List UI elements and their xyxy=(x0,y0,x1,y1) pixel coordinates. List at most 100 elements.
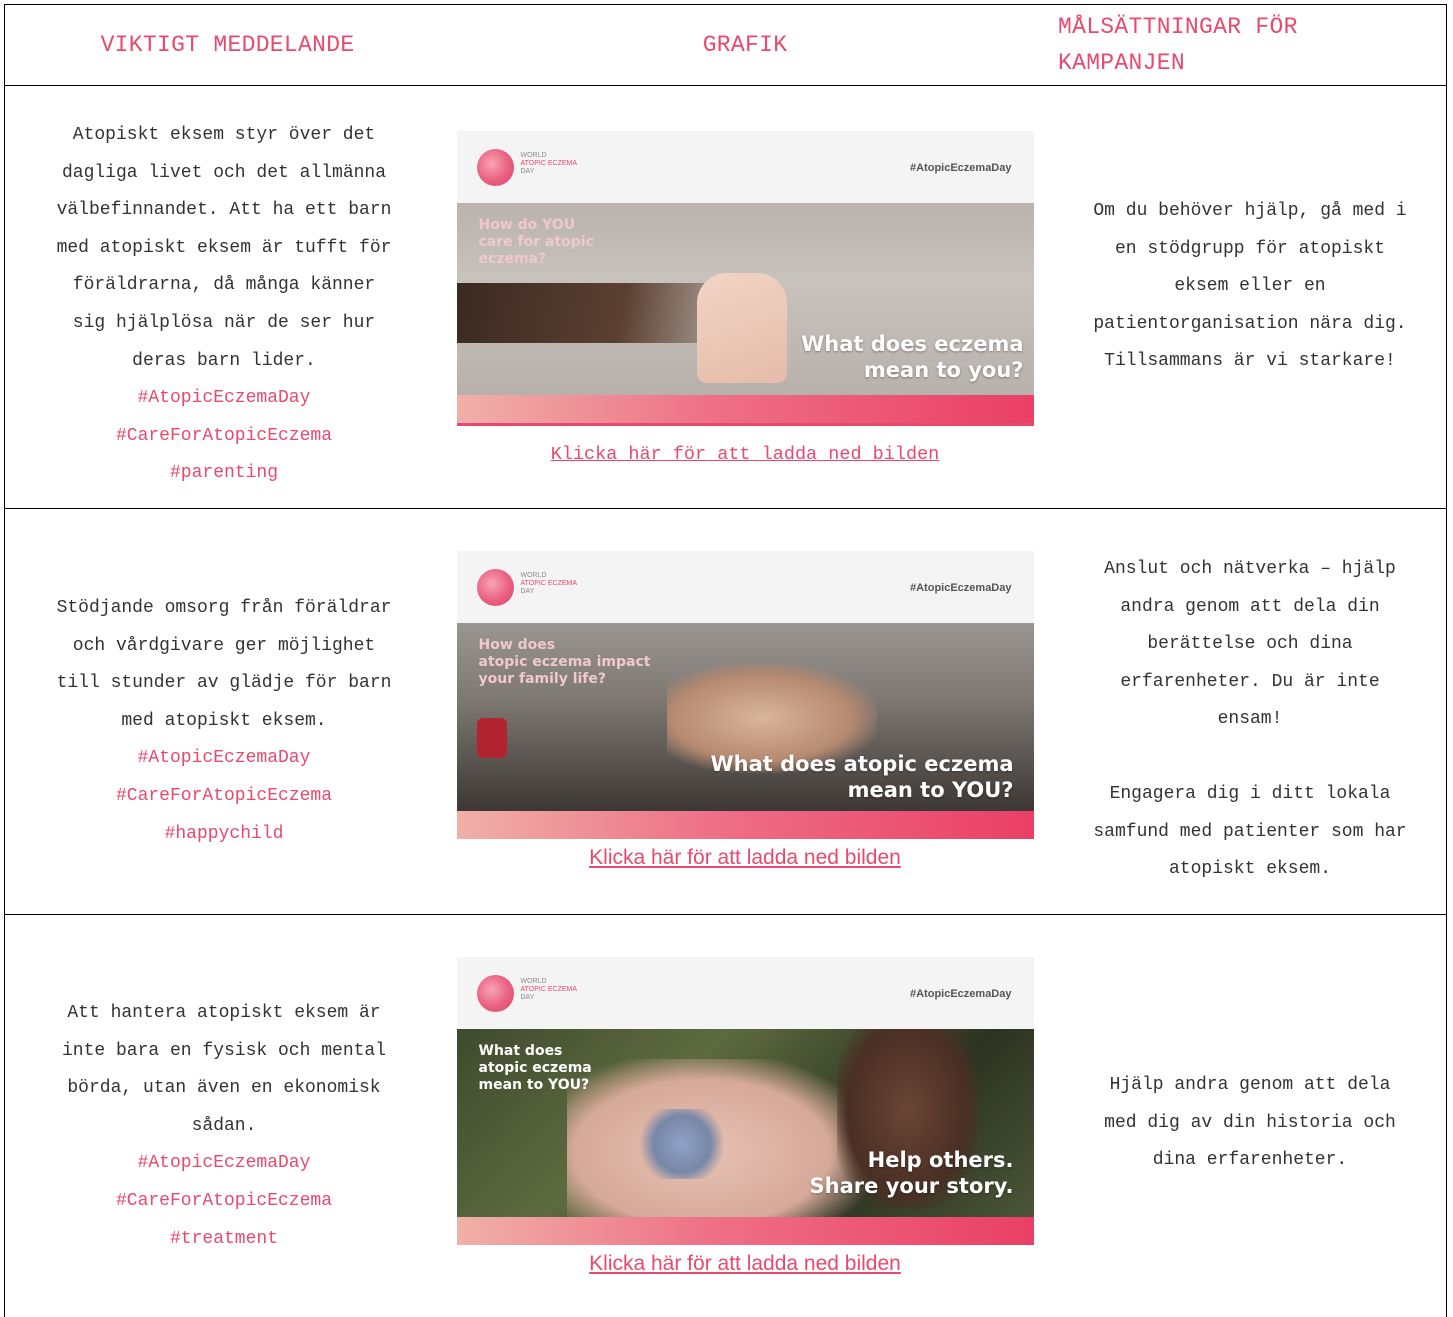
row-2-goals: Anslut och nätverka – hjälp andra genom … xyxy=(1055,551,1445,901)
row-1-goals: Om du behöver hjälp, gå med i en stödgru… xyxy=(1055,193,1445,393)
header-message: VIKTIGT MEDDELANDE xyxy=(5,5,450,85)
goal-line: patientorganisation nära dig. xyxy=(1093,313,1407,334)
message-line: sig hjälplösa när de ser hur xyxy=(72,312,376,333)
banner-gradient-bar xyxy=(456,395,1034,423)
message-line: Att hantera atopiskt eksem är xyxy=(67,1003,381,1023)
message-line: deras barn lider. xyxy=(132,350,316,371)
logo-line: DAY xyxy=(520,994,535,1001)
header-goals-label-1: MÅLSÄTTNINGAR FÖR xyxy=(1058,14,1298,40)
world-atopic-eczema-day-logo xyxy=(476,975,514,1012)
hashtag: #parenting xyxy=(169,463,279,484)
message-line: välbefinnandet. Att ha ett barn xyxy=(56,200,392,221)
banner-gradient-bar xyxy=(456,811,1034,839)
world-atopic-eczema-day-logo xyxy=(476,569,514,606)
banner-photo: How do YOU care for atopic eczema? What … xyxy=(456,203,1034,395)
goal-line: berättelse och dina xyxy=(1147,634,1353,655)
logo-line: WORLD xyxy=(520,152,547,159)
logo-line: WORLD xyxy=(520,572,547,579)
logo-line: ATOPIC ECZEMA xyxy=(520,986,578,993)
logo-wordmark: WORLD ATOPIC ECZEMA DAY xyxy=(521,978,578,1002)
campaign-banner-image: WORLD ATOPIC ECZEMA DAY #AtopicEczemaDay… xyxy=(456,131,1034,426)
message-line: dagliga livet och det allmänna xyxy=(61,162,387,183)
tattoo-illustration xyxy=(636,1109,727,1179)
banner-headline: What does eczema mean to you? xyxy=(801,332,1024,382)
message-line: med atopiskt eksem. xyxy=(121,710,327,731)
hashtag: #CareForAtopicEczema xyxy=(115,785,333,806)
download-image-link[interactable]: Klicka här för att ladda ned bilden xyxy=(589,1251,901,1277)
logo-line: ATOPIC ECZEMA xyxy=(520,580,578,587)
logo-wordmark: WORLD ATOPIC ECZEMA DAY xyxy=(521,572,578,596)
goal-line: dina erfarenheter. xyxy=(1152,1150,1348,1171)
message-line: Atopiskt eksem styr över det xyxy=(72,125,376,145)
hashtag: #CareForAtopicEczema xyxy=(115,425,333,446)
logo-line: DAY xyxy=(520,168,535,175)
goal-line: eksem eller en xyxy=(1174,276,1326,297)
goal-line: samfund med patienter som har xyxy=(1093,821,1407,842)
goal-line: Anslut och nätverka – hjälp xyxy=(1104,559,1396,579)
banner-hashtag: #AtopicEczemaDay xyxy=(910,582,1012,594)
row-1-message: Atopiskt eksem styr över det dagliga liv… xyxy=(5,117,443,487)
banner-hashtag: #AtopicEczemaDay xyxy=(910,988,1012,1000)
goal-line: Tillsammans är vi starkare! xyxy=(1104,351,1396,372)
red-object-illustration xyxy=(476,718,507,758)
campaign-table: VIKTIGT MEDDELANDE GRAFIK MÅLSÄTTNINGAR … xyxy=(4,4,1447,1317)
message-line: till stunder av glädje för barn xyxy=(56,673,392,694)
banner-question: How does atopic eczema impact your famil… xyxy=(478,637,651,687)
banner-hashtag: #AtopicEczemaDay xyxy=(910,162,1012,174)
goal-line: ensam! xyxy=(1217,709,1283,730)
message-line: med atopiskt eksem är tufft för xyxy=(56,237,392,258)
banner-headline: Help others. Share your story. xyxy=(809,1148,1014,1198)
row-divider-1 xyxy=(5,508,1446,509)
header-goals-label-2: KAMPANJEN xyxy=(1058,50,1185,76)
message-line: sådan. xyxy=(191,1115,257,1136)
row-2-graphic: WORLD ATOPIC ECZEMA DAY #AtopicEczemaDay… xyxy=(455,551,1035,881)
row-1-graphic: WORLD ATOPIC ECZEMA DAY #AtopicEczemaDay… xyxy=(455,131,1035,471)
hashtag: #AtopicEczemaDay xyxy=(137,388,311,409)
goal-line: Engagera dig i ditt lokala xyxy=(1109,783,1391,804)
message-line: och vårdgivare ger möjlighet xyxy=(72,635,376,656)
banner-header: WORLD ATOPIC ECZEMA DAY #AtopicEczemaDay xyxy=(456,131,1034,203)
row-3-goals: Hjälp andra genom att dela med dig av di… xyxy=(1055,1067,1445,1197)
hashtag: #AtopicEczemaDay xyxy=(137,748,311,769)
logo-wordmark: WORLD ATOPIC ECZEMA DAY xyxy=(521,152,578,176)
banner-gradient-bar xyxy=(456,1217,1034,1245)
row-divider-2 xyxy=(5,914,1446,915)
row-2-message: Stödjande omsorg från föräldrar och vård… xyxy=(5,590,443,860)
banner-photo: What does atopic eczema mean to YOU? Hel… xyxy=(456,1029,1034,1229)
banner-photo: How does atopic eczema impact your famil… xyxy=(456,623,1034,815)
goal-line: erfarenheter. Du är inte xyxy=(1120,671,1380,692)
goal-line: Hjälp andra genom att dela xyxy=(1109,1075,1391,1095)
row-3-graphic: WORLD ATOPIC ECZEMA DAY #AtopicEczemaDay… xyxy=(455,957,1035,1287)
header-message-label: VIKTIGT MEDDELANDE xyxy=(100,32,355,58)
message-line: börda, utan även en ekonomisk xyxy=(67,1078,381,1099)
download-image-link[interactable]: Klicka här för att ladda ned bilden xyxy=(551,442,940,468)
goal-line: atopiskt eksem. xyxy=(1168,859,1332,880)
child-hand-illustration xyxy=(696,273,787,383)
header-divider xyxy=(5,85,1446,86)
header-graphic: GRAFIK xyxy=(450,5,1040,85)
message-line: inte bara en fysisk och mental xyxy=(61,1040,387,1061)
message-line: föräldrarna, då många känner xyxy=(72,275,376,296)
hashtag: #treatment xyxy=(169,1228,279,1249)
logo-line: ATOPIC ECZEMA xyxy=(520,160,578,167)
download-image-link[interactable]: Klicka här för att ladda ned bilden xyxy=(589,845,901,871)
logo-line: WORLD xyxy=(520,978,547,985)
banner-header: WORLD ATOPIC ECZEMA DAY #AtopicEczemaDay xyxy=(456,551,1034,623)
goal-line: med dig av din historia och xyxy=(1104,1112,1396,1133)
goal-line: Om du behöver hjälp, gå med i xyxy=(1093,201,1407,221)
goal-line: en stödgrupp för atopiskt xyxy=(1114,238,1386,259)
row-3-message: Att hantera atopiskt eksem är inte bara … xyxy=(5,995,443,1265)
world-atopic-eczema-day-logo xyxy=(476,149,514,186)
campaign-banner-image: WORLD ATOPIC ECZEMA DAY #AtopicEczemaDay… xyxy=(456,551,1034,839)
goal-line: andra genom att dela din xyxy=(1120,596,1380,617)
header-goals: MÅLSÄTTNINGAR FÖR KAMPANJEN xyxy=(1058,5,1443,85)
logo-line: DAY xyxy=(520,588,535,595)
banner-question: How do YOU care for atopic eczema? xyxy=(478,217,594,267)
hashtag: #AtopicEczemaDay xyxy=(137,1153,311,1174)
banner-header: WORLD ATOPIC ECZEMA DAY #AtopicEczemaDay xyxy=(456,957,1034,1029)
hashtag: #happychild xyxy=(164,823,284,844)
banner-question: What does atopic eczema mean to YOU? xyxy=(478,1043,592,1093)
campaign-banner-image: WORLD ATOPIC ECZEMA DAY #AtopicEczemaDay… xyxy=(456,957,1034,1245)
header-graphic-label: GRAFIK xyxy=(702,32,788,58)
banner-headline: What does atopic eczema mean to YOU? xyxy=(710,752,1014,802)
